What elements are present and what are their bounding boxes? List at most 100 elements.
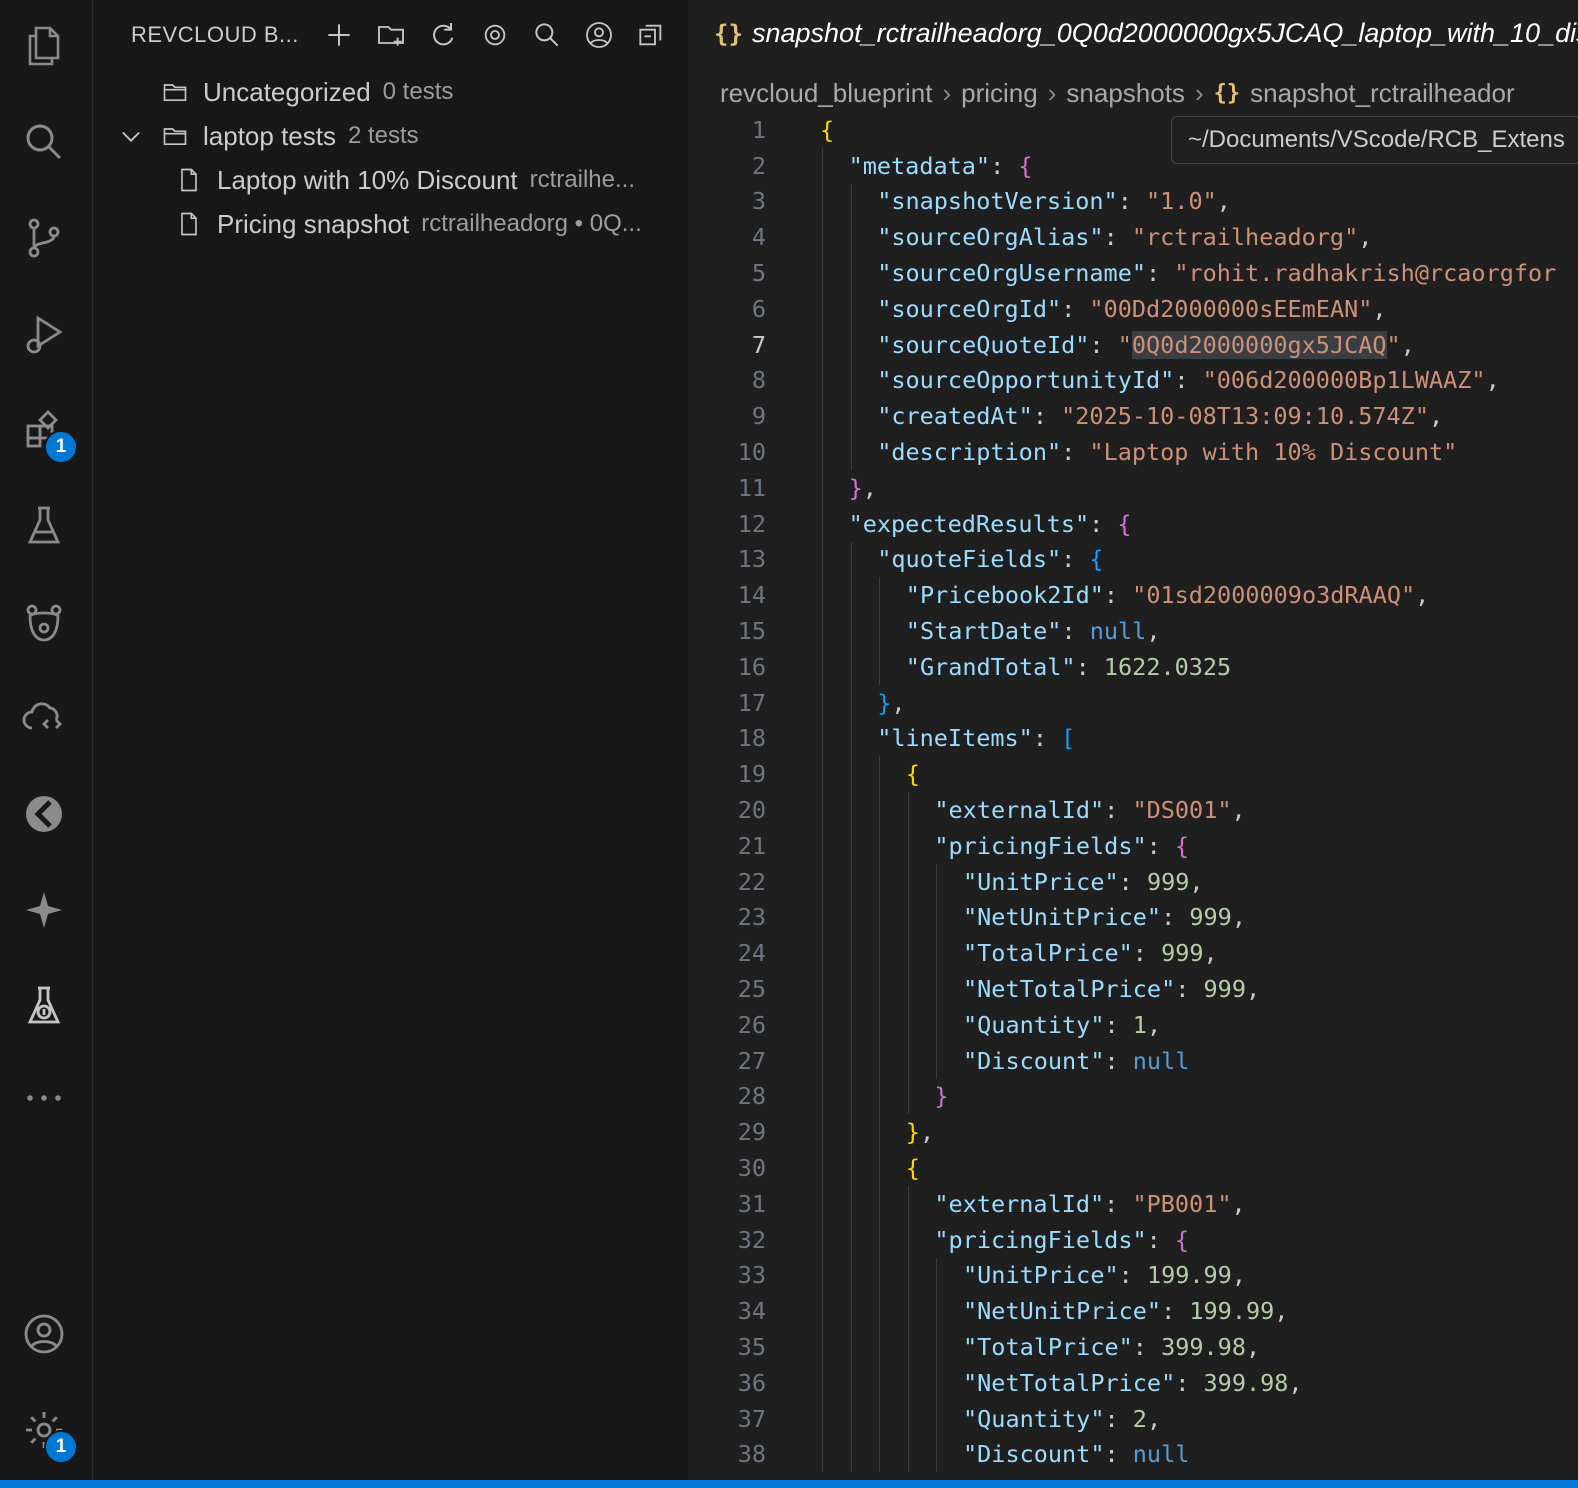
code-line[interactable]: 5 "sourceOrgUsername": "rohit.radhakrish@… bbox=[688, 255, 1578, 291]
code-line[interactable]: 25 "NetTotalPrice": 999, bbox=[688, 971, 1578, 1007]
code-line[interactable]: 27 "Discount": null bbox=[688, 1042, 1578, 1079]
testing-icon[interactable] bbox=[18, 500, 70, 552]
code-line[interactable]: 16 "GrandTotal": 1622.0325 bbox=[688, 648, 1578, 685]
code-line[interactable]: 6 "sourceOrgId": "00Dd2000000sEEmEAN", bbox=[688, 290, 1578, 327]
pricing-flask-icon[interactable] bbox=[18, 980, 70, 1032]
salesforce-bear-icon[interactable] bbox=[18, 596, 70, 648]
code-line[interactable]: 29}, bbox=[688, 1114, 1578, 1151]
code-text: "Discount": null bbox=[963, 1440, 1189, 1468]
account-icon[interactable] bbox=[573, 14, 625, 56]
code-text: "description": "Laptop with 10% Discount… bbox=[877, 438, 1457, 466]
tree-item-laptop-discount[interactable]: Laptop with 10% Discount rctrailhe... bbox=[175, 158, 635, 202]
code-text: "quoteFields": { bbox=[877, 545, 1103, 573]
indent-guide bbox=[822, 827, 823, 864]
code-line[interactable]: 38 "Discount": null bbox=[688, 1436, 1578, 1473]
code-text: "sourceOrgUsername": "rohit.radhakrish@r… bbox=[877, 259, 1556, 287]
code-token: , bbox=[1146, 1010, 1162, 1039]
line-number: 23 bbox=[737, 903, 766, 932]
code-editor[interactable]: 1{2 "metadata": {3 "snapshotVersion": "1.0… bbox=[688, 112, 1578, 1473]
code-line[interactable]: 20 "externalId": "DS001", bbox=[688, 792, 1578, 828]
run-debug-icon[interactable] bbox=[18, 308, 70, 360]
code-text: "snapshotVersion": "1.0", bbox=[877, 187, 1231, 215]
editor-tab-title[interactable]: snapshot_rctrailheadorg_0Q0d2000000gx5JC… bbox=[752, 18, 1578, 49]
indent-guide bbox=[936, 1257, 938, 1294]
code-line[interactable]: 4 "sourceOrgAlias": "rctrailheadorg", bbox=[688, 219, 1578, 256]
revcloud-icon[interactable] bbox=[18, 788, 70, 840]
code-token: : bbox=[1103, 223, 1132, 252]
account-icon[interactable] bbox=[18, 1308, 70, 1360]
indent-guide bbox=[850, 899, 852, 936]
code-token: : bbox=[1032, 402, 1062, 431]
code-line[interactable]: 7 "sourceQuoteId": "0Q0d2000000gx5JCAQ", bbox=[688, 326, 1578, 363]
code-token: "00Dd2000000sEEmEAN" bbox=[1089, 294, 1373, 323]
code-line[interactable]: 21 "pricingFields": { bbox=[688, 827, 1578, 864]
code-line[interactable]: 19 { bbox=[688, 756, 1578, 793]
chevron-right-icon: › bbox=[1047, 77, 1057, 108]
indent-guide bbox=[822, 1078, 823, 1115]
breadcrumb-item[interactable]: revcloud_blueprint bbox=[720, 78, 932, 109]
code-line[interactable]: 23 "NetUnitPrice": 999, bbox=[688, 899, 1578, 936]
refresh-icon[interactable] bbox=[417, 14, 469, 56]
chevron-down-icon[interactable] bbox=[117, 122, 145, 150]
indent-guide bbox=[936, 899, 938, 936]
tree-folder-uncategorized[interactable]: Uncategorized 0 tests bbox=[159, 70, 453, 114]
code-line[interactable]: 12 "expectedResults": { bbox=[688, 505, 1578, 542]
code-token: : bbox=[1118, 867, 1147, 896]
code-line[interactable]: 17}, bbox=[688, 684, 1578, 721]
code-line[interactable]: 26 "Quantity": 1, bbox=[688, 1006, 1578, 1043]
code-token: , bbox=[1231, 1261, 1246, 1290]
code-line[interactable]: 18 "lineItems": [ bbox=[688, 720, 1578, 757]
search-icon[interactable] bbox=[521, 14, 573, 56]
code-token: "006d200000Bp1LWAAZ" bbox=[1202, 366, 1486, 395]
code-line[interactable]: 24 "TotalPrice": 999, bbox=[688, 935, 1578, 972]
indent-guide bbox=[907, 1257, 909, 1294]
indent-guide bbox=[850, 1293, 852, 1330]
settings-icon[interactable] bbox=[469, 14, 521, 56]
code-line[interactable]: 8 "sourceOpportunityId": "006d200000Bp1LW… bbox=[688, 362, 1578, 399]
code-line[interactable]: 32 "pricingFields": { bbox=[688, 1221, 1578, 1258]
source-control-icon[interactable] bbox=[18, 212, 70, 264]
new-folder-icon[interactable] bbox=[365, 14, 417, 56]
code-line[interactable]: 34 "NetUnitPrice": 199.99, bbox=[688, 1293, 1578, 1330]
code-line[interactable]: 13 "quoteFields": { bbox=[688, 541, 1578, 578]
code-token: : bbox=[1089, 509, 1118, 538]
code-line[interactable]: 36 "NetTotalPrice": 399.98, bbox=[688, 1364, 1578, 1401]
copilot-sparkle-icon[interactable] bbox=[18, 884, 70, 936]
code-line[interactable]: 10 "description": "Laptop with 10% Discou… bbox=[688, 434, 1578, 470]
indent-guide bbox=[879, 1006, 881, 1043]
add-icon[interactable] bbox=[313, 14, 365, 56]
code-token: : bbox=[1075, 652, 1104, 681]
code-line[interactable]: 28} bbox=[688, 1078, 1578, 1115]
breadcrumb-item[interactable]: snapshots bbox=[1066, 78, 1185, 109]
code-line[interactable]: 3 "snapshotVersion": "1.0", bbox=[688, 183, 1578, 220]
indent-guide bbox=[879, 1185, 881, 1222]
tree-item-pricing-snapshot[interactable]: Pricing snapshot rctrailheadorg • 0Q... bbox=[175, 202, 642, 246]
indent-guide bbox=[907, 792, 909, 828]
indent-guide bbox=[879, 1329, 881, 1365]
breadcrumb-item[interactable]: snapshot_rctrailheador bbox=[1250, 78, 1515, 109]
code-token: 999 bbox=[1146, 867, 1190, 896]
indent-guide bbox=[850, 863, 852, 900]
collapse-all-icon[interactable] bbox=[625, 14, 677, 56]
tree-folder-laptop-tests[interactable]: laptop tests 2 tests bbox=[117, 114, 419, 158]
indent-guide bbox=[879, 1436, 881, 1473]
indent-guide bbox=[822, 469, 823, 506]
code-line[interactable]: 35 "TotalPrice": 399.98, bbox=[688, 1329, 1578, 1365]
code-line[interactable]: 33 "UnitPrice": 199.99, bbox=[688, 1257, 1578, 1294]
code-token: : bbox=[1104, 1440, 1133, 1469]
code-line[interactable]: 9 "createdAt": "2025-10-08T13:09:10.574Z"… bbox=[688, 398, 1578, 435]
code-line[interactable]: 22 "UnitPrice": 999, bbox=[688, 863, 1578, 900]
line-number: 9 bbox=[751, 402, 766, 431]
code-line[interactable]: 31 "externalId": "PB001", bbox=[688, 1185, 1578, 1222]
code-line[interactable]: 11}, bbox=[688, 469, 1578, 506]
code-line[interactable]: 15 "StartDate": null, bbox=[688, 613, 1578, 649]
code-line[interactable]: 30 { bbox=[688, 1150, 1578, 1186]
code-line[interactable]: 14 "Pricebook2Id": "01sd2000009o3dRAAQ", bbox=[688, 577, 1578, 614]
cloud-code-icon[interactable] bbox=[18, 692, 70, 744]
search-icon[interactable] bbox=[18, 116, 70, 168]
more-icon[interactable] bbox=[18, 1072, 70, 1124]
explorer-icon[interactable] bbox=[18, 20, 70, 72]
breadcrumb-item[interactable]: pricing bbox=[961, 78, 1038, 109]
code-line[interactable]: 37 "Quantity": 2, bbox=[688, 1400, 1578, 1437]
code-text: "sourceOrgAlias": "rctrailheadorg", bbox=[877, 223, 1372, 251]
